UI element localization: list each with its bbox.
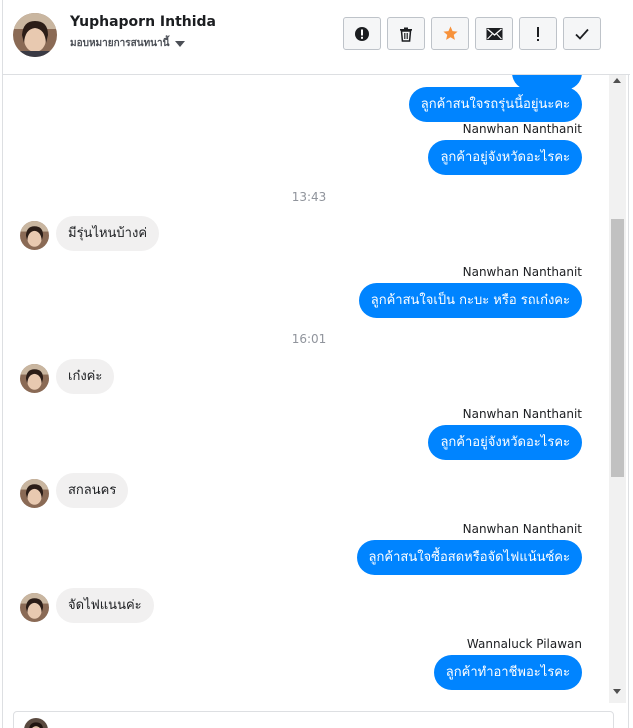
message-bubble-outgoing[interactable]: ลูกค้าสนใจซื้อสดหรือจัดไฟแน้นซ์คะ	[356, 540, 582, 575]
contact-avatar-small	[20, 364, 49, 393]
timestamp: 16:01	[291, 332, 327, 346]
trash-icon	[400, 27, 412, 42]
vertical-scrollbar[interactable]	[609, 75, 626, 703]
mark-done-button[interactable]	[563, 17, 601, 50]
scroll-up-arrow-icon[interactable]	[613, 78, 621, 83]
contact-name[interactable]: Yuphaporn Inthida	[70, 14, 216, 30]
conversation-panel: Yuphaporn Inthida มอบหมายการสนทนานี้ ลูก…	[2, 0, 630, 728]
message-bubble-incoming[interactable]: สกลนคร	[56, 473, 129, 508]
scroll-down-arrow-icon[interactable]	[613, 689, 621, 694]
sender-name: Nanwhan Nanthanit	[462, 407, 582, 421]
follow-up-button[interactable]	[519, 17, 557, 50]
sender-name: Nanwhan Nanthanit	[462, 522, 582, 536]
message-bubble-outgoing[interactable]: ลูกค้าสนใจรถรุ่นนี้อยู่นะคะ	[408, 87, 582, 122]
delete-button[interactable]	[387, 17, 425, 50]
message-bubble-outgoing[interactable]: ลูกค้าอยู่จังหวัดอะไรคะ	[428, 140, 582, 175]
message-list[interactable]: ลูกค้าสนใจรถรุ่นนี้อยู่นะคะ Nanwhan Nant…	[3, 75, 630, 703]
conversation-toolbar	[343, 17, 601, 50]
contact-avatar-small	[20, 479, 49, 508]
star-button[interactable]	[431, 17, 469, 50]
message-bubble-incoming[interactable]: จัดไฟแนนค่ะ	[56, 588, 154, 623]
message-composer[interactable]	[13, 711, 614, 728]
contact-avatar-small	[20, 593, 49, 622]
star-icon	[442, 26, 458, 40]
contact-avatar-small	[20, 221, 49, 250]
scrollbar-thumb[interactable]	[611, 219, 624, 477]
check-icon	[575, 28, 589, 40]
sender-name: Nanwhan Nanthanit	[462, 265, 582, 279]
message-bubble-incoming[interactable]: เก๋งค่ะ	[56, 359, 115, 394]
agent-avatar	[24, 718, 48, 728]
message-bubble-outgoing[interactable]: ลูกค้าสนใจเป็น กะบะ หรือ รถเก๋งคะ	[358, 283, 582, 318]
message-bubble-outgoing[interactable]: ลูกค้าทำอาชีพอะไรคะ	[433, 655, 582, 690]
timestamp: 13:43	[291, 190, 327, 204]
sender-name: Nanwhan Nanthanit	[462, 122, 582, 136]
caret-down-icon	[175, 41, 186, 47]
conversation-header: Yuphaporn Inthida มอบหมายการสนทนานี้	[3, 0, 630, 75]
report-spam-button[interactable]	[343, 17, 381, 50]
mark-unread-button[interactable]	[475, 17, 513, 50]
exclamation-icon	[537, 26, 539, 41]
sender-name: Wannaluck Pilawan	[466, 637, 582, 651]
message-bubble-outgoing[interactable]: ลูกค้าอยู่จังหวัดอะไรคะ	[428, 425, 582, 460]
alert-circle-icon	[355, 26, 369, 41]
envelope-icon	[486, 27, 502, 40]
assign-conversation-label: มอบหมายการสนทนานี้	[70, 38, 170, 49]
assign-conversation-dropdown[interactable]: มอบหมายการสนทนานี้	[70, 36, 186, 51]
message-bubble-incoming[interactable]: มีรุ่นไหนบ้างค่	[56, 216, 160, 251]
contact-avatar[interactable]	[13, 13, 57, 57]
